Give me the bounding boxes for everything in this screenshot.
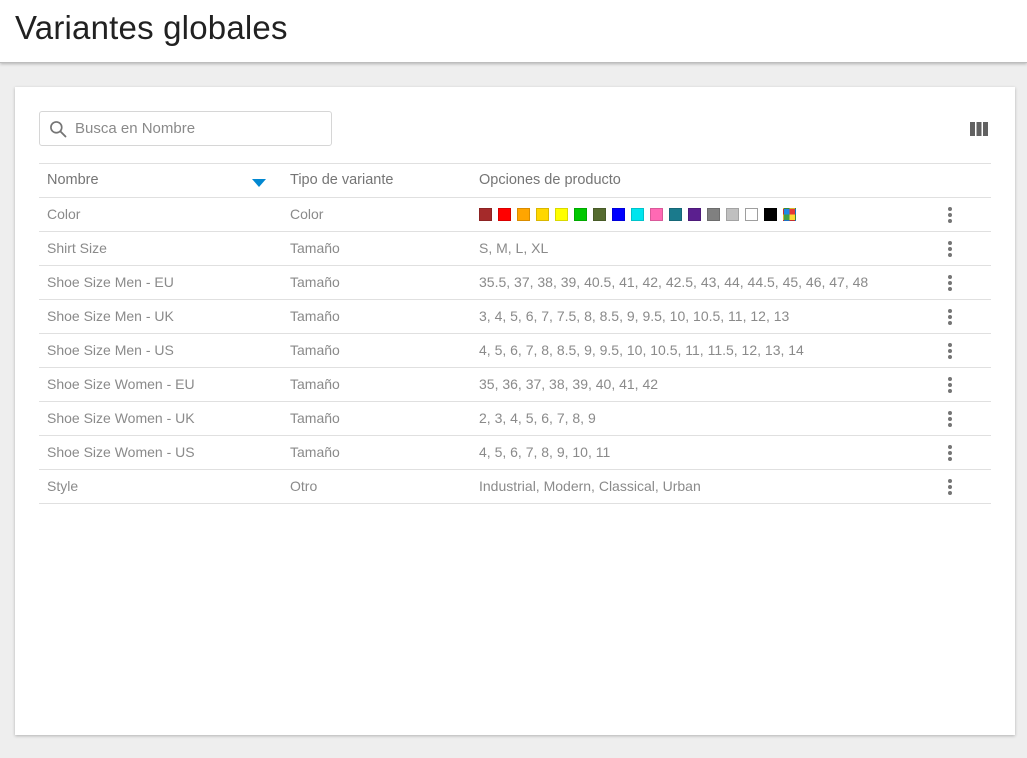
more-vert-icon[interactable]: [941, 308, 959, 326]
row-name: Style: [47, 478, 79, 494]
row-options: 3, 4, 5, 6, 7, 7.5, 8, 8.5, 9, 9.5, 10, …: [479, 308, 790, 324]
search-icon: [50, 121, 67, 138]
row-options: 35.5, 37, 38, 39, 40.5, 41, 42, 42.5, 43…: [479, 274, 869, 290]
color-swatch: [479, 208, 492, 221]
table-header-row: Nombre Tipo de variante Opciones de prod…: [39, 164, 991, 198]
color-swatch: [707, 208, 720, 221]
row-name: Shoe Size Men - EU: [47, 274, 174, 290]
color-swatch: [745, 208, 758, 221]
table-row[interactable]: Shoe Size Women - US Tamaño 4, 5, 6, 7, …: [39, 436, 991, 470]
table-row[interactable]: Shoe Size Men - UK Tamaño 3, 4, 5, 6, 7,…: [39, 300, 991, 334]
more-vert-icon[interactable]: [941, 206, 959, 224]
sort-descending-icon[interactable]: [252, 179, 266, 187]
color-swatch: [593, 208, 606, 221]
search-box[interactable]: [39, 111, 332, 146]
color-swatch: [631, 208, 644, 221]
color-swatch: [612, 208, 625, 221]
color-swatch: [498, 208, 511, 221]
table-row[interactable]: Style Otro Industrial, Modern, Classical…: [39, 470, 991, 504]
more-vert-icon[interactable]: [941, 342, 959, 360]
row-options: 35, 36, 37, 38, 39, 40, 41, 42: [479, 376, 659, 392]
column-header-name[interactable]: Nombre: [47, 164, 99, 197]
row-name: Shoe Size Women - UK: [47, 410, 195, 426]
row-type: Tamaño: [290, 274, 340, 290]
row-name: Shoe Size Women - US: [47, 444, 195, 460]
row-options: 4, 5, 6, 7, 8, 9, 10, 11: [479, 444, 611, 460]
more-vert-icon[interactable]: [941, 478, 959, 496]
row-type: Otro: [290, 478, 318, 494]
row-name: Shirt Size: [47, 240, 107, 256]
table-row[interactable]: Shoe Size Men - US Tamaño 4, 5, 6, 7, 8,…: [39, 334, 991, 368]
table-row[interactable]: Shoe Size Women - EU Tamaño 35, 36, 37, …: [39, 368, 991, 402]
row-name: Shoe Size Women - EU: [47, 376, 195, 392]
color-swatches: [479, 208, 802, 222]
table-row[interactable]: Shoe Size Women - UK Tamaño 2, 3, 4, 5, …: [39, 402, 991, 436]
row-options: Industrial, Modern, Classical, Urban: [479, 478, 701, 494]
table-row[interactable]: Shoe Size Men - EU Tamaño 35.5, 37, 38, …: [39, 266, 991, 300]
row-type: Tamaño: [290, 444, 340, 460]
color-swatch: [764, 208, 777, 221]
row-name: Shoe Size Men - US: [47, 342, 174, 358]
view-columns-icon[interactable]: [970, 122, 988, 136]
more-vert-icon[interactable]: [941, 376, 959, 394]
color-swatch-multicolor: [783, 208, 796, 221]
row-options: 4, 5, 6, 7, 8, 8.5, 9, 9.5, 10, 10.5, 11…: [479, 342, 804, 358]
color-swatch: [555, 208, 568, 221]
row-options: S, M, L, XL: [479, 240, 549, 256]
table-row[interactable]: Color Color: [39, 198, 991, 232]
row-name: Shoe Size Men - UK: [47, 308, 174, 324]
row-type: Tamaño: [290, 410, 340, 426]
variants-table: Nombre Tipo de variante Opciones de prod…: [39, 163, 991, 504]
row-type: Tamaño: [290, 376, 340, 392]
variants-card: Nombre Tipo de variante Opciones de prod…: [15, 87, 1015, 735]
column-header-type[interactable]: Tipo de variante: [290, 164, 393, 197]
more-vert-icon[interactable]: [941, 410, 959, 428]
row-type: Color: [290, 206, 324, 222]
color-swatch: [688, 208, 701, 221]
color-swatch: [517, 208, 530, 221]
color-swatch: [650, 208, 663, 221]
row-type: Tamaño: [290, 342, 340, 358]
column-header-options[interactable]: Opciones de producto: [479, 164, 621, 197]
search-input[interactable]: [75, 112, 325, 145]
more-vert-icon[interactable]: [941, 274, 959, 292]
color-swatch: [574, 208, 587, 221]
more-vert-icon[interactable]: [941, 444, 959, 462]
color-swatch: [536, 208, 549, 221]
row-name: Color: [47, 206, 81, 222]
row-type: Tamaño: [290, 308, 340, 324]
page-title: Variantes globales: [15, 9, 288, 46]
color-swatch: [669, 208, 682, 221]
table-row[interactable]: Shirt Size Tamaño S, M, L, XL: [39, 232, 991, 266]
color-swatch: [726, 208, 739, 221]
app-header: Variantes globales: [0, 0, 1027, 63]
row-options: 2, 3, 4, 5, 6, 7, 8, 9: [479, 410, 596, 426]
more-vert-icon[interactable]: [941, 240, 959, 258]
row-type: Tamaño: [290, 240, 340, 256]
